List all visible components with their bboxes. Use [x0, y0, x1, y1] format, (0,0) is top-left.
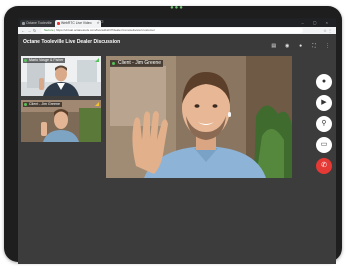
- screen-share-button[interactable]: ▭: [316, 137, 332, 153]
- secure-label: Secure: [44, 28, 54, 32]
- participant-label: Client - Jim Greene: [23, 102, 62, 107]
- microphone-icon[interactable]: ●: [296, 38, 305, 54]
- end-call-button[interactable]: ✆: [316, 158, 332, 174]
- mic-active-icon: [24, 103, 27, 106]
- browser-tab-1[interactable]: Octane Tooleville ×: [20, 20, 60, 27]
- participant-name: Client - Jim Greene: [118, 60, 162, 66]
- mic-active-icon: [112, 62, 115, 65]
- tab-label: WebRTC Live Video: [61, 21, 92, 25]
- video-tile-dealer[interactable]: Mario Vosge & Fisher: [21, 56, 101, 96]
- signal-strength-icon: [95, 58, 99, 62]
- phone-end-icon: ✆: [321, 162, 327, 169]
- video-toggle-button[interactable]: ▶: [316, 95, 332, 111]
- tab-favicon-icon: [21, 22, 25, 25]
- browser-tab-2[interactable]: WebRTC Live Video ×: [55, 20, 101, 27]
- address-bar[interactable]: Secure | https://virtual.octanetools.com…: [41, 28, 303, 33]
- fullscreen-icon[interactable]: ⛶: [310, 38, 319, 54]
- zoom-button[interactable]: ⚲: [316, 116, 332, 132]
- video-tile-client-thumb[interactable]: Client - Jim Greene: [21, 100, 101, 142]
- browser-toolbar: ← → ↻ Secure | https://virtual.octanetoo…: [18, 27, 336, 34]
- browser-screen: Octane Tooleville × WebRTC Live Video × …: [18, 18, 336, 264]
- browser-tab-strip: Octane Tooleville × WebRTC Live Video × …: [18, 18, 336, 27]
- microphone-button[interactable]: ●: [316, 74, 332, 90]
- participant-name: Mario Vosge & Fisher: [29, 58, 64, 62]
- url-text: https://virtual.octanetools.com/live/a1b…: [55, 28, 155, 32]
- page-title: Octane Tooleville Live Dealer Discussion: [23, 39, 121, 45]
- chat-icon[interactable]: ▤: [269, 38, 278, 54]
- mic-active-icon: [24, 59, 27, 62]
- new-tab-icon[interactable]: ▭: [98, 19, 104, 26]
- participant-name: Client - Jim Greene: [29, 102, 60, 106]
- reload-icon[interactable]: ↻: [33, 27, 37, 34]
- screen-share-icon: ▭: [320, 141, 328, 148]
- main-video-feed: [106, 56, 292, 178]
- tablet-frame: ●●● Octane Tooleville × WebRTC Live Vide…: [4, 5, 342, 264]
- browser-menu-icon[interactable]: ☆ ⋮: [323, 27, 332, 34]
- app-header: Octane Tooleville Live Dealer Discussion…: [18, 34, 336, 50]
- microphone-icon: ●: [321, 78, 327, 85]
- signal-strength-icon: [95, 102, 99, 106]
- header-actions: ▤ ◉ ● ⛶ ⋮: [269, 34, 332, 50]
- tab-favicon-icon: [56, 22, 60, 25]
- back-icon[interactable]: ←: [21, 27, 25, 34]
- window-controls[interactable]: – ▢ ×: [301, 18, 332, 27]
- camera-icon[interactable]: ◉: [283, 38, 292, 54]
- participant-label: Mario Vosge & Fisher: [23, 58, 66, 63]
- participant-label: Client - Jim Greene: [110, 60, 164, 67]
- video-camera-icon: ▶: [321, 99, 327, 106]
- main-video-tile[interactable]: Client - Jim Greene: [106, 56, 292, 178]
- tab-label: Octane Tooleville: [26, 21, 52, 25]
- decorative-dots: ●●●: [170, 5, 184, 11]
- forward-icon[interactable]: →: [27, 27, 31, 34]
- zoom-icon: ⚲: [321, 120, 327, 127]
- more-icon[interactable]: ⋮: [323, 38, 332, 54]
